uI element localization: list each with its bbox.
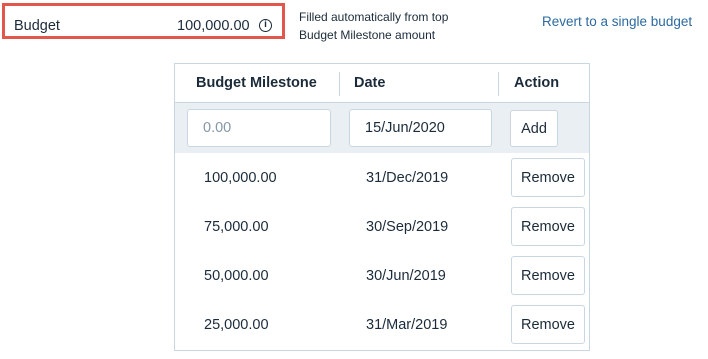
budget-summary: Budget 100,000.00 i (2, 3, 285, 39)
add-milestone-button[interactable]: Add (510, 110, 558, 147)
table-row: 100,000.00 31/Dec/2019 Remove (175, 153, 589, 203)
remove-milestone-button[interactable]: Remove (511, 305, 585, 344)
header-action: Action (514, 75, 560, 91)
milestone-amount: 100,000.00 (204, 170, 277, 186)
table-row: 25,000.00 31/Mar/2019 Remove (175, 300, 589, 349)
milestone-amount: 25,000.00 (204, 317, 269, 333)
table-row: 50,000.00 30/Jun/2019 Remove (175, 251, 589, 301)
milestone-date-input[interactable] (349, 109, 492, 147)
revert-to-single-budget-link[interactable]: Revert to a single budget (542, 14, 692, 29)
table-row: 75,000.00 30/Sep/2019 Remove (175, 202, 589, 252)
milestone-amount: 50,000.00 (204, 268, 269, 284)
milestone-date: 31/Dec/2019 (366, 170, 449, 186)
budget-value: 100,000.00 (177, 18, 250, 34)
info-icon[interactable]: i (259, 19, 272, 32)
header-divider (339, 72, 340, 96)
remove-milestone-button[interactable]: Remove (511, 207, 585, 246)
header-date: Date (354, 75, 386, 91)
auto-fill-note-line-1: Filled automatically from top (296, 9, 452, 25)
remove-milestone-button[interactable]: Remove (511, 158, 585, 197)
remove-milestone-button[interactable]: Remove (511, 256, 585, 295)
milestone-date: 31/Mar/2019 (366, 317, 448, 333)
budget-milestones-table: Budget Milestone Date Action Add 100,000… (174, 63, 590, 351)
auto-fill-note-line-2: Budget Milestone amount (296, 27, 439, 43)
milestone-date: 30/Sep/2019 (366, 219, 449, 235)
new-milestone-row: Add (175, 102, 589, 154)
header-divider (498, 72, 499, 96)
header-budget-milestone: Budget Milestone (196, 75, 317, 91)
milestone-date: 30/Jun/2019 (366, 268, 446, 284)
milestone-amount: 75,000.00 (204, 219, 269, 235)
budget-label: Budget (14, 18, 60, 34)
milestone-amount-input[interactable] (187, 109, 331, 147)
